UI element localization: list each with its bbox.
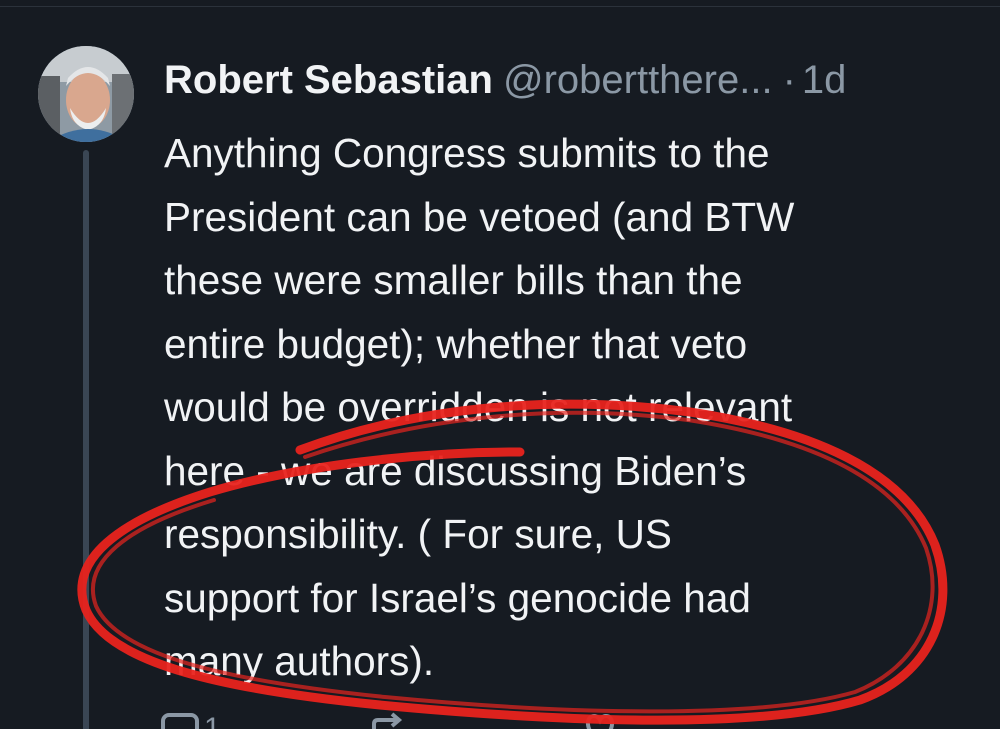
post-text-line: Anything Congress submits to the (164, 130, 770, 176)
separator-dot: · (782, 58, 796, 102)
more-icon (800, 712, 840, 729)
post-text-line: here - we are discussing Biden’s (164, 447, 747, 494)
post-text-line: responsibility. ( For sure, US (164, 511, 672, 557)
post-text-line: support for Israel’s genocide had (164, 574, 751, 621)
author-name[interactable]: Robert Sebastian (164, 58, 493, 102)
post-actions: 1 (160, 712, 860, 729)
avatar[interactable] (38, 46, 134, 142)
post-timestamp[interactable]: 1d (802, 58, 847, 102)
thread-line (83, 150, 89, 729)
like-button[interactable] (580, 712, 620, 729)
heart-icon (580, 712, 620, 729)
reply-icon (160, 712, 200, 729)
repost-button[interactable] (368, 712, 408, 729)
author-handle[interactable]: @robertthere... (503, 58, 773, 102)
post[interactable]: Robert Sebastian @robertthere... · 1d Anyth… (0, 0, 1000, 729)
post-text: Anything Congress submits to the Preside… (164, 122, 964, 694)
more-button[interactable] (800, 712, 840, 729)
reply-count: 1 (204, 712, 221, 729)
repost-icon (368, 712, 408, 729)
post-text-line: would be overridden is not relevant (164, 384, 793, 430)
post-text-line: President can be vetoed (and BTW (164, 193, 795, 240)
post-text-line: these were smaller bills than the (164, 257, 743, 303)
post-header: Robert Sebastian @robertthere... · 1d (164, 55, 846, 105)
post-text-line: entire budget); whether that veto (164, 320, 748, 367)
reply-button[interactable]: 1 (160, 712, 221, 729)
post-text-line: many authors). (164, 638, 435, 684)
